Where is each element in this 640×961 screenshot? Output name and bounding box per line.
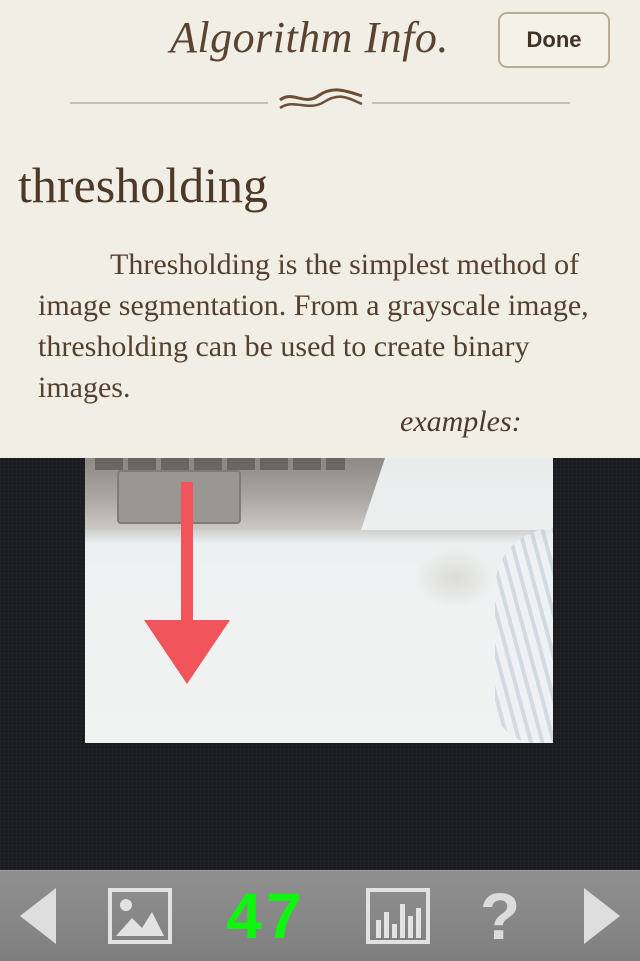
gallery-button[interactable]	[104, 871, 176, 961]
next-arrow-icon	[584, 888, 620, 944]
histogram-icon	[366, 888, 430, 944]
example-image-area	[0, 458, 640, 870]
divider-right	[372, 102, 570, 104]
algorithm-heading: thresholding	[18, 157, 268, 213]
histogram-button[interactable]	[362, 871, 434, 961]
image-icon	[108, 888, 172, 944]
prev-arrow-icon	[20, 888, 56, 944]
algorithm-info-panel: Algorithm Info. Done thresholding Thresh…	[0, 0, 640, 458]
done-button[interactable]: Done	[498, 12, 610, 68]
examples-label: examples:	[400, 405, 522, 438]
photo-cloth	[495, 528, 553, 743]
page-title: Algorithm Info.	[170, 13, 449, 62]
image-counter: 47	[226, 880, 306, 952]
divider-left	[70, 102, 268, 104]
help-button[interactable]: ?	[468, 871, 532, 961]
photo-keys	[95, 458, 345, 470]
down-arrow-icon	[144, 482, 230, 684]
bottom-toolbar: 47 ?	[0, 870, 640, 961]
previous-button[interactable]	[8, 871, 68, 961]
help-icon: ?	[479, 879, 521, 953]
algorithm-description: Thresholding is the simplest method of i…	[38, 248, 589, 404]
photo-laptop	[85, 458, 385, 530]
next-button[interactable]	[572, 871, 632, 961]
flourish-ornament-icon	[279, 88, 363, 110]
photo-smudge	[415, 548, 495, 608]
